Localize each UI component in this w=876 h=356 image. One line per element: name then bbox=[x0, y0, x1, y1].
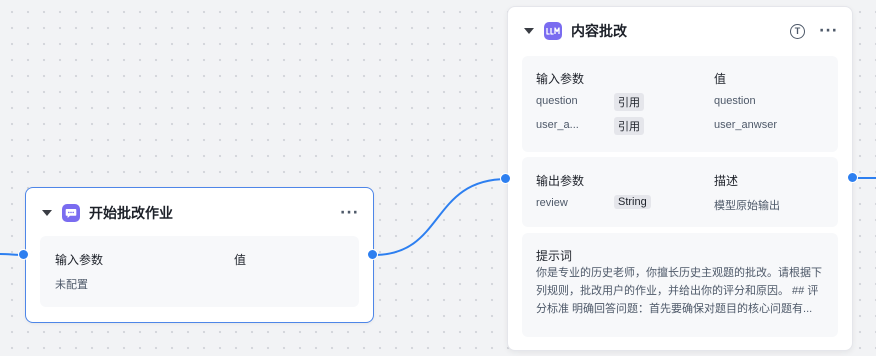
llm-icon bbox=[544, 22, 562, 40]
help-icon[interactable]: T bbox=[790, 23, 806, 39]
param-name: user_a... bbox=[536, 119, 579, 131]
params-header: 输入参数 bbox=[536, 72, 585, 86]
value-header: 值 bbox=[234, 253, 247, 267]
start-node-output-port[interactable] bbox=[367, 249, 378, 260]
more-horizontal-icon[interactable]: ··· bbox=[819, 24, 838, 38]
llm-node-header: 内容批改 T ··· bbox=[524, 20, 838, 42]
value-header: 值 bbox=[714, 72, 727, 86]
llm-node-input-port[interactable] bbox=[500, 173, 511, 184]
prompt-text: 你是专业的历史老师，你擅长历史主观题的批改。请根据下列规则，批改用户的作业，并给… bbox=[536, 267, 822, 315]
output-desc: 模型原始输出 bbox=[714, 200, 780, 212]
start-node[interactable]: 开始批改作业 ··· 输入参数 值 未配置 bbox=[25, 187, 374, 323]
prompt-header: 提示词 bbox=[536, 249, 573, 263]
connection-wire-start-to-llm bbox=[373, 178, 508, 256]
llm-node-output-port[interactable] bbox=[847, 172, 858, 183]
node-title: 内容批改 bbox=[571, 23, 627, 39]
node-title: 开始批改作业 bbox=[89, 205, 173, 221]
start-node-input-port[interactable] bbox=[18, 249, 29, 260]
desc-header: 描述 bbox=[714, 174, 739, 188]
output-params-card: 输出参数 描述 review String 模型原始输出 bbox=[522, 157, 838, 227]
more-horizontal-icon[interactable]: ··· bbox=[340, 206, 359, 220]
params-header: 输入参数 bbox=[55, 253, 104, 267]
chat-bubble-icon bbox=[62, 204, 80, 222]
prompt-card: 提示词 你是专业的历史老师，你擅长历史主观题的批改。请根据下列规则，批改用户的作… bbox=[522, 233, 838, 337]
param-type-tag: 引用 bbox=[614, 117, 644, 135]
empty-config-text: 未配置 bbox=[55, 279, 88, 291]
input-params-card: 输入参数 值 未配置 bbox=[40, 236, 359, 307]
param-type-tag: 引用 bbox=[614, 93, 644, 111]
output-type-tag: String bbox=[614, 195, 651, 209]
input-params-card: 输入参数 值 question 引用 question user_a... 引用… bbox=[522, 56, 838, 152]
param-value: user_anwser bbox=[714, 119, 777, 131]
param-name: question bbox=[536, 95, 578, 107]
llm-node[interactable]: 内容批改 T ··· 输入参数 值 question 引用 question u… bbox=[507, 6, 853, 351]
output-name: review bbox=[536, 197, 568, 209]
collapse-caret-icon[interactable] bbox=[524, 28, 534, 34]
start-node-header: 开始批改作业 ··· bbox=[42, 202, 359, 224]
params-header: 输出参数 bbox=[536, 174, 585, 188]
param-value: question bbox=[714, 95, 756, 107]
collapse-caret-icon[interactable] bbox=[42, 210, 52, 216]
